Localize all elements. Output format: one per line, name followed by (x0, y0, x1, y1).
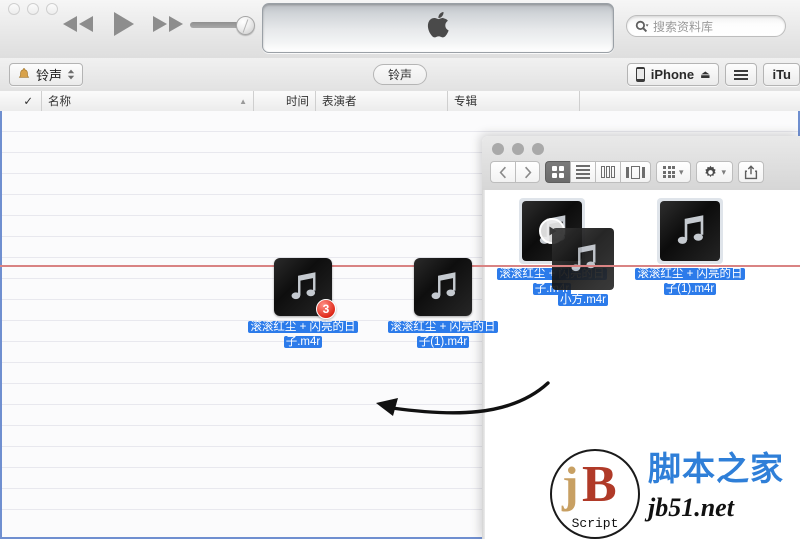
watermark-site-url: jb51.net (648, 493, 734, 522)
itunes-titlebar: 搜索资料库 (0, 0, 800, 59)
arrange-glyph (663, 166, 675, 178)
nav-segmented-control (490, 161, 540, 183)
search-input[interactable]: 搜索资料库 (626, 15, 786, 37)
device-iphone-button[interactable]: iPhone ⏏ (626, 63, 720, 86)
share-glyph (744, 164, 758, 179)
dragged-file-item: 滚滚红尘 + 闪亮的日 子(1).m4r (368, 258, 518, 350)
column-header-spacer (580, 91, 800, 111)
chevron-down-icon: ▾ (679, 166, 684, 177)
icon-view-glyph (552, 166, 564, 178)
finder-traffic-lights (492, 143, 544, 155)
file-label-line1: 滚滚红尘 + 闪亮的日 (635, 268, 745, 280)
watermark-script-label: Script (571, 516, 619, 531)
chevron-down-icon: ▾ (721, 166, 727, 177)
list-view-glyph (576, 165, 590, 179)
watermark-site-name: 脚本之家 (648, 450, 784, 487)
file-icon-selection (657, 198, 723, 264)
drag-count-badge: 3 (316, 299, 336, 319)
hamburger-icon (734, 69, 749, 80)
close-button[interactable] (8, 3, 20, 15)
view-mode-pill[interactable]: 铃声 (372, 64, 428, 85)
file-label-line2: 子(1).m4r (663, 283, 717, 295)
dragged-file-label: 滚滚红尘 + 闪亮的日 子.m4r (248, 320, 358, 350)
list-view-button[interactable] (725, 63, 758, 86)
column-header-name-label: 名称 (48, 96, 71, 108)
dragged-file-label-line2: 子(1).m4r (416, 336, 470, 348)
gear-icon[interactable]: ▾ (695, 161, 734, 183)
share-icon[interactable] (738, 161, 765, 183)
music-note-glyph (552, 228, 614, 290)
watermark-logo-circle: j B Script (550, 449, 640, 539)
finder-titlebar: ▾ ▾ (482, 136, 800, 191)
view-segmented-control (545, 161, 651, 183)
volume-slider[interactable] (190, 16, 258, 35)
transport-controls (60, 10, 186, 38)
dragged-file-label-line1: 滚滚红尘 + 闪亮的日 (388, 321, 498, 333)
dragged-file-label: 滚滚红尘 + 闪亮的日 子(1).m4r (388, 320, 498, 350)
minimize-button[interactable] (27, 3, 39, 15)
watermark-mark: B (582, 456, 617, 513)
icon-view-icon[interactable] (545, 161, 570, 183)
search-icon (635, 20, 649, 33)
music-file-icon: 3 (274, 258, 336, 319)
device-label: iPhone (650, 67, 695, 82)
bell-icon (17, 67, 31, 83)
music-file-icon (414, 258, 472, 316)
eject-icon[interactable]: ⏏ (700, 68, 710, 81)
coverflow-view-glyph (626, 165, 645, 179)
watermark: j B Script 脚本之家 jb51.net (544, 439, 794, 539)
fast-forward-button[interactable] (150, 13, 186, 35)
column-view-glyph (601, 166, 615, 178)
apple-logo-icon (425, 11, 451, 46)
finder-toolbar: ▾ ▾ (490, 161, 765, 183)
music-file-icon (660, 201, 720, 261)
column-header-name[interactable]: 名称 ▲ (42, 91, 254, 111)
column-header-check[interactable]: ✓ (0, 91, 42, 111)
track-column-headers: ✓ 名称 ▲ 时间 表演者 专辑 (0, 91, 800, 112)
file-label-line1: 小方.m4r (558, 294, 608, 306)
column-header-artist[interactable]: 表演者 (316, 91, 448, 111)
music-note-glyph (414, 258, 472, 316)
file-label: 小方.m4r (558, 293, 608, 308)
column-header-time[interactable]: 时间 (254, 91, 316, 111)
music-file-icon (552, 228, 614, 290)
volume-knob[interactable] (236, 16, 255, 35)
sort-ascending-icon: ▲ (239, 97, 247, 106)
column-header-album[interactable]: 专辑 (448, 91, 580, 111)
finder-drag-ghost: 小方.m4r (523, 228, 643, 308)
zoom-button[interactable] (532, 143, 544, 155)
dragged-file-item: 3 滚滚红尘 + 闪亮的日 子.m4r (228, 258, 378, 350)
iphone-icon (635, 67, 645, 82)
forward-button[interactable] (515, 161, 540, 183)
itunes-store-button[interactable]: iTu (763, 63, 800, 86)
search-placeholder: 搜索资料库 (653, 19, 714, 34)
dragged-file-label-line1: 滚滚红尘 + 闪亮的日 (248, 321, 358, 333)
finder-file-item[interactable]: 滚滚红尘 + 闪亮的日 子(1).m4r (630, 198, 750, 297)
chevron-updown-icon (67, 69, 75, 80)
column-view-icon[interactable] (595, 161, 620, 183)
music-note-glyph (660, 201, 720, 261)
list-view-icon[interactable] (570, 161, 595, 183)
watermark-j: j (562, 456, 579, 512)
file-label: 滚滚红尘 + 闪亮的日 子(1).m4r (635, 267, 745, 297)
minimize-button[interactable] (512, 143, 524, 155)
close-button[interactable] (492, 143, 504, 155)
library-popup-button[interactable]: 铃声 (9, 63, 84, 86)
finder-sidebar-edge (482, 190, 485, 539)
itunes-lcd-display (262, 3, 614, 53)
coverflow-view-icon[interactable] (620, 161, 651, 183)
library-popup-label: 铃声 (36, 68, 63, 83)
play-button[interactable] (110, 10, 136, 38)
gear-glyph (704, 165, 716, 177)
itunes-right-tools: iPhone ⏏ iTu (626, 63, 800, 86)
zoom-button[interactable] (46, 3, 58, 15)
arrange-icon[interactable]: ▾ (656, 161, 691, 183)
rewind-button[interactable] (60, 13, 96, 35)
row-divider (2, 131, 798, 132)
dragged-file-label-line2: 子.m4r (283, 336, 323, 348)
itunes-toolbar: 铃声 铃声 iPhone ⏏ iTu (0, 58, 800, 92)
back-button[interactable] (490, 161, 515, 183)
itunes-traffic-lights (8, 3, 58, 15)
